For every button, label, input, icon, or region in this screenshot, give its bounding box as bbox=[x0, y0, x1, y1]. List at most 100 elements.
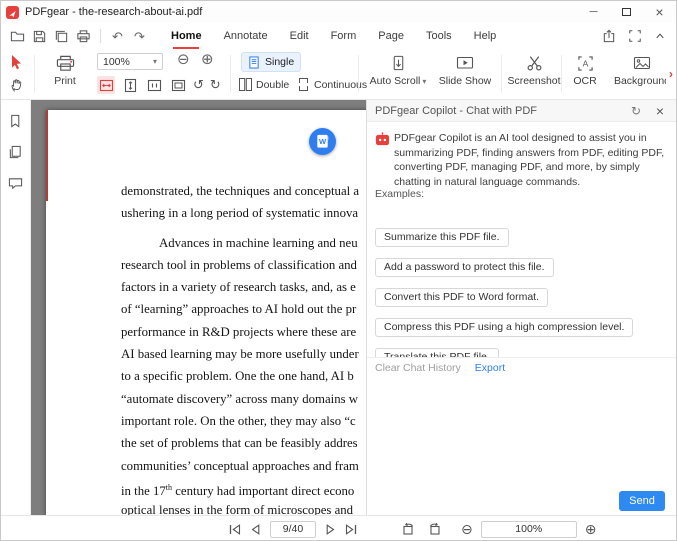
rotate-page-right-button[interactable] bbox=[428, 522, 442, 536]
undo-button[interactable]: ↶ bbox=[109, 28, 126, 45]
svg-text:A: A bbox=[582, 58, 588, 68]
thumbnails-panel-button[interactable] bbox=[8, 145, 23, 160]
maximize-icon bbox=[622, 8, 631, 16]
fit-page-button[interactable] bbox=[121, 76, 139, 94]
document-line: AI based learning may be more usefully u… bbox=[121, 347, 359, 362]
document-viewport[interactable]: demonstrated, the techniques and concept… bbox=[31, 100, 366, 515]
zoom-select[interactable]: 100% ▾ bbox=[97, 53, 163, 70]
ribbon-tabs: Home Annotate Edit Form Page Tools Help bbox=[171, 23, 496, 49]
save-as-button[interactable] bbox=[53, 28, 70, 45]
bookmarks-panel-button[interactable] bbox=[8, 114, 23, 129]
pdf-page: demonstrated, the techniques and concept… bbox=[46, 110, 366, 515]
window-title: PDFgear - the-research-about-ai.pdf bbox=[25, 6, 203, 18]
copilot-bot-icon bbox=[375, 132, 390, 147]
word-convert-float-button[interactable]: W bbox=[309, 128, 336, 155]
slide-show-button[interactable]: Slide Show bbox=[437, 53, 493, 87]
comments-panel-button[interactable] bbox=[8, 176, 23, 191]
single-page-view-button[interactable]: Single bbox=[241, 52, 302, 72]
redo-button[interactable]: ↷ bbox=[131, 28, 148, 45]
print-quick-button[interactable] bbox=[75, 28, 92, 45]
document-line: communities’ conceptual approaches and f… bbox=[121, 458, 359, 473]
zoom-out-button[interactable]: ⊖ bbox=[461, 522, 473, 536]
print-button[interactable]: Print bbox=[41, 53, 89, 87]
minimize-button[interactable]: ─ bbox=[577, 1, 610, 23]
document-line: ushering in a long period of systematic … bbox=[121, 206, 359, 221]
menu-bar: ↶ ↷ Home Annotate Edit Form Page Tools H… bbox=[1, 23, 676, 49]
previous-page-button[interactable] bbox=[251, 523, 260, 535]
ocr-button[interactable]: A OCR bbox=[563, 53, 607, 87]
document-line: “automate discovery” across many domains… bbox=[121, 391, 359, 406]
chevron-down-icon: ▾ bbox=[152, 57, 157, 66]
clear-chat-history-link[interactable]: Clear Chat History bbox=[375, 362, 461, 374]
svg-text:W: W bbox=[319, 137, 327, 146]
example-prompts-list: Summarize this PDF file. Add a password … bbox=[375, 228, 672, 357]
zoom-in-button[interactable]: ⊕ bbox=[201, 51, 214, 69]
zoom-out-button[interactable]: ⊖ bbox=[177, 51, 190, 69]
share-button[interactable] bbox=[602, 29, 616, 43]
rotate-right-button[interactable]: ↻ bbox=[210, 77, 221, 93]
open-file-button[interactable] bbox=[9, 28, 26, 45]
export-link[interactable]: Export bbox=[475, 362, 505, 374]
printer-icon bbox=[41, 53, 89, 73]
next-page-button[interactable] bbox=[326, 523, 335, 535]
close-panel-icon[interactable]: × bbox=[652, 103, 668, 119]
example-prompt-convert[interactable]: Convert this PDF to Word format. bbox=[375, 288, 549, 307]
document-line: of “learning” approaches to AI hold out … bbox=[121, 302, 357, 317]
tab-help[interactable]: Help bbox=[474, 23, 497, 49]
page-fit-tools: ↺ ↻ bbox=[97, 76, 221, 94]
fit-width-button[interactable] bbox=[97, 76, 115, 94]
select-tool-button[interactable] bbox=[9, 54, 24, 70]
chat-footer-bar: Clear Chat History Export bbox=[367, 357, 676, 378]
title-bar: PDFgear - the-research-about-ai.pdf ─ × bbox=[1, 1, 676, 23]
tab-annotate[interactable]: Annotate bbox=[224, 23, 268, 49]
maximize-button[interactable] bbox=[610, 1, 643, 23]
copilot-header: PDFgear Copilot - Chat with PDF ↻ × bbox=[367, 100, 676, 122]
document-line: to a specific problem. One the one hand,… bbox=[121, 369, 354, 384]
divider bbox=[501, 55, 502, 93]
auto-scroll-button[interactable]: Auto Scroll ▾ bbox=[367, 53, 429, 87]
cursor-tools bbox=[1, 49, 33, 99]
close-button[interactable]: × bbox=[643, 1, 676, 23]
single-page-icon bbox=[248, 55, 260, 69]
rotate-left-button[interactable]: ↺ bbox=[193, 77, 204, 93]
quick-access-toolbar: ↶ ↷ bbox=[1, 23, 163, 49]
first-page-button[interactable] bbox=[229, 523, 241, 535]
app-logo-icon bbox=[6, 5, 19, 19]
background-button[interactable]: Background bbox=[613, 53, 671, 87]
tab-edit[interactable]: Edit bbox=[290, 23, 309, 49]
collapse-ribbon-button[interactable] bbox=[654, 30, 666, 42]
send-button[interactable]: Send bbox=[619, 491, 665, 511]
screenshot-button[interactable]: Screenshot bbox=[507, 53, 561, 87]
toolbar-overflow-button[interactable]: › bbox=[666, 49, 676, 99]
fullscreen-button[interactable] bbox=[628, 29, 642, 43]
ocr-icon: A bbox=[563, 53, 607, 73]
divider bbox=[230, 55, 231, 93]
tab-form[interactable]: Form bbox=[331, 23, 357, 49]
continuous-view-button[interactable]: Continuous bbox=[297, 78, 367, 91]
pdf-page-text: demonstrated, the techniques and concept… bbox=[121, 180, 359, 515]
zoom-in-button[interactable]: ⊕ bbox=[585, 522, 597, 536]
zoom-select-value: 100% bbox=[103, 55, 130, 68]
hand-tool-button[interactable] bbox=[9, 77, 24, 93]
rotate-page-left-button[interactable] bbox=[401, 522, 415, 536]
zoom-level-input[interactable] bbox=[480, 520, 577, 538]
tab-home[interactable]: Home bbox=[171, 23, 202, 49]
save-button[interactable] bbox=[31, 28, 48, 45]
page-navigation bbox=[229, 516, 357, 540]
example-prompt-compress[interactable]: Compress this PDF using a high compressi… bbox=[375, 318, 634, 337]
menu-right-actions bbox=[602, 23, 676, 49]
double-page-view-button[interactable]: Double bbox=[239, 78, 289, 91]
last-page-button[interactable] bbox=[345, 523, 357, 535]
example-prompt-summarize[interactable]: Summarize this PDF file. bbox=[375, 228, 509, 247]
actual-size-button[interactable] bbox=[145, 76, 163, 94]
example-prompt-translate[interactable]: Translate this PDF file. bbox=[375, 348, 499, 357]
page-number-input[interactable] bbox=[270, 520, 316, 538]
fit-visible-button[interactable] bbox=[169, 76, 187, 94]
tab-page[interactable]: Page bbox=[378, 23, 404, 49]
refresh-icon[interactable]: ↻ bbox=[628, 103, 644, 119]
main-area: demonstrated, the techniques and concept… bbox=[1, 100, 676, 515]
copilot-title: PDFgear Copilot - Chat with PDF bbox=[375, 104, 537, 117]
tab-tools[interactable]: Tools bbox=[426, 23, 452, 49]
slide-show-icon bbox=[437, 53, 493, 73]
example-prompt-password[interactable]: Add a password to protect this file. bbox=[375, 258, 554, 277]
